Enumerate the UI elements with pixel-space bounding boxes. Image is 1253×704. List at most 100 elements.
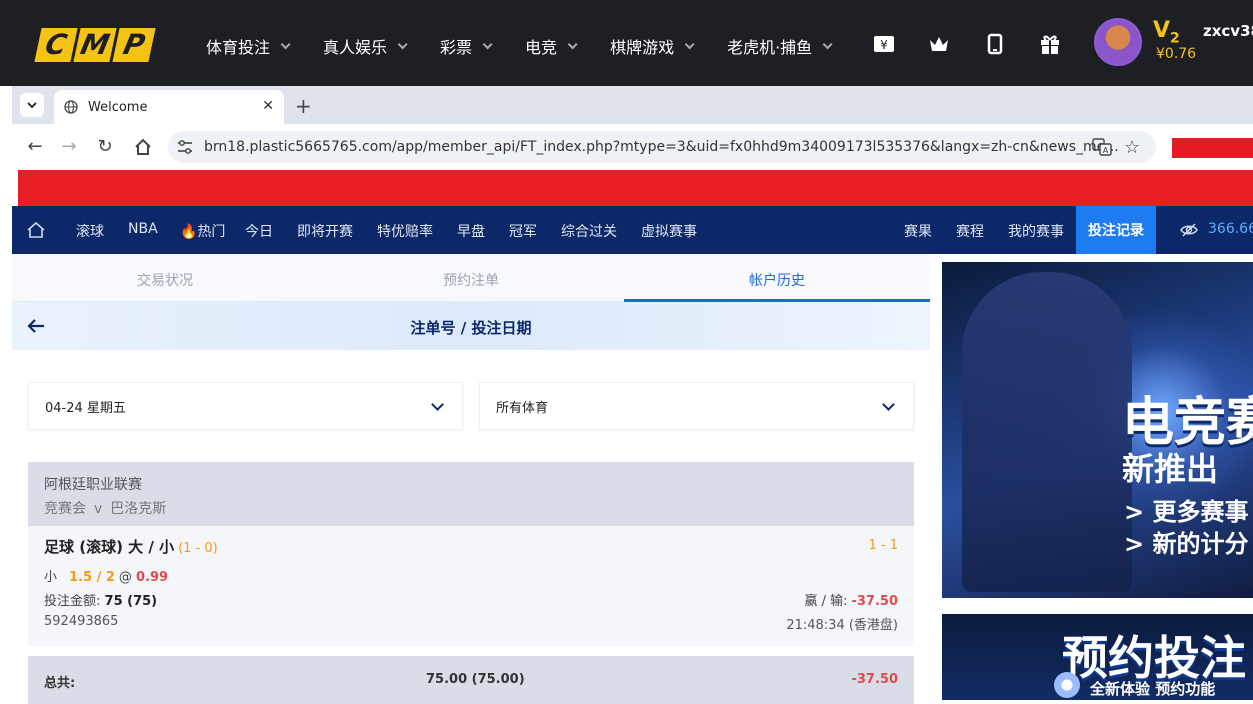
- logo-letter-c: C: [34, 28, 78, 62]
- browser-tab-welcome[interactable]: Welcome ✕: [54, 90, 284, 124]
- at-sign: @: [118, 570, 132, 585]
- header-balance: ¥0.76: [1156, 46, 1197, 62]
- stake-value: 75 (75): [104, 594, 158, 609]
- mobile-icon[interactable]: [984, 33, 1006, 55]
- bet-card: 阿根廷职业联赛 竞赛会 v 巴洛克斯 足球 (滚球) 大 / 小 (1 - 0) 1 …: [28, 462, 914, 704]
- nav-bet-record[interactable]: 投注记录: [1076, 206, 1156, 254]
- bet-id: 592493865: [44, 614, 119, 629]
- username[interactable]: zxcv38: [1203, 22, 1253, 40]
- flame-icon: 🔥: [180, 224, 198, 240]
- selection-line: 小 1.5 / 2 @ 0.99: [44, 566, 168, 585]
- top-nav: 体育投注 真人娱乐 彩票 电竞 棋牌游戏 老虎机·捕鱼: [206, 34, 865, 58]
- live-score: (1 - 0): [178, 541, 218, 556]
- ball-icon: [1054, 672, 1080, 698]
- nav-slots-fishing[interactable]: 老虎机·捕鱼: [727, 34, 833, 58]
- reload-icon[interactable]: ↻: [94, 136, 116, 158]
- tab-account-history[interactable]: 帐户历史: [624, 270, 930, 290]
- forward-icon[interactable]: →: [58, 136, 80, 158]
- nav-outright[interactable]: 冠军: [509, 221, 537, 241]
- away-team: 巴洛克斯: [110, 501, 167, 517]
- stake: 投注金额: 75 (75): [44, 594, 158, 609]
- odds: 0.99: [136, 570, 169, 585]
- red-banner: [18, 170, 1253, 206]
- chevron-down-icon: [482, 38, 493, 49]
- tab-strip: Welcome ✕ +: [12, 86, 1253, 124]
- esports-banner[interactable]: 电竞赛 新推出 > 更多赛事 > 新的计分: [942, 262, 1253, 598]
- schedule-bet-banner[interactable]: 预约投注 全新体验 预约功能: [942, 614, 1253, 700]
- nav-balance: 366.66: [1208, 221, 1253, 237]
- tab-search-button[interactable]: [20, 93, 44, 117]
- nav-esports[interactable]: 电竞: [525, 34, 578, 58]
- translate-icon[interactable]: A: [1092, 138, 1112, 156]
- side-banners: 电竞赛 新推出 > 更多赛事 > 新的计分 预约投注 全新体验 预约功能: [930, 254, 1253, 700]
- address-bar[interactable]: brn18.plastic5665765.com/app/member_api/…: [168, 131, 1156, 163]
- nav-results[interactable]: 赛果: [904, 221, 932, 241]
- character-art: [962, 272, 1132, 592]
- bet-time: 21:48:34 (香港盘): [786, 618, 898, 633]
- close-icon[interactable]: ✕: [262, 98, 274, 114]
- banner-line-2: > 新的计分: [1124, 530, 1249, 558]
- nav-hot[interactable]: 🔥热门: [180, 221, 225, 241]
- sport-select[interactable]: 所有体育: [479, 382, 914, 430]
- url-text: brn18.plastic5665765.com/app/member_api/…: [204, 139, 1119, 155]
- extension-bar[interactable]: [1172, 138, 1253, 158]
- chevron-down-icon: [27, 102, 37, 109]
- teams: 竞赛会 v 巴洛克斯: [44, 498, 898, 518]
- nav-sports-betting[interactable]: 体育投注: [206, 34, 291, 58]
- main-body: 04-24 星期五 所有体育 阿根廷职业联赛 竞赛会 v 巴洛克斯 足球 (滚球) …: [12, 350, 930, 704]
- home-icon[interactable]: [26, 220, 46, 240]
- browser-toolbar: ← → ↻ brn18.plastic5665765.com/app/membe…: [12, 124, 1253, 170]
- bet-type: 足球 (滚球) 大 / 小 (1 - 0): [44, 538, 218, 556]
- home-icon[interactable]: [132, 136, 154, 158]
- nav-parlay[interactable]: 综合过关: [561, 221, 617, 241]
- new-tab-button[interactable]: +: [295, 94, 312, 118]
- nav-in-play[interactable]: 滚球: [76, 221, 104, 241]
- crown-icon[interactable]: [928, 33, 950, 55]
- gift-icon[interactable]: [1039, 33, 1061, 55]
- date-select-value: 04-24 星期五: [45, 400, 126, 416]
- total-label: 总共:: [44, 676, 76, 691]
- nav-today[interactable]: 今日: [245, 221, 273, 241]
- svg-text:A: A: [1103, 146, 1109, 155]
- home-team: 竞赛会: [44, 501, 86, 517]
- chevron-down-icon: [280, 38, 291, 49]
- nav-best-odds[interactable]: 特优赔率: [377, 221, 433, 241]
- tab-transactions[interactable]: 交易状况: [12, 270, 318, 290]
- globe-icon: [64, 100, 78, 114]
- date-select[interactable]: 04-24 星期五: [28, 382, 463, 430]
- nav-starting-soon[interactable]: 即将开赛: [297, 221, 353, 241]
- total-row: 总共: 75.00 (75.00) -37.50: [28, 656, 914, 704]
- logo-letter-p: P: [112, 28, 156, 62]
- chevron-down-icon: [684, 38, 695, 49]
- vip-badge: V2: [1153, 18, 1180, 47]
- nav-live-casino[interactable]: 真人娱乐: [323, 34, 408, 58]
- selection: 小: [44, 570, 58, 585]
- browser-window: Welcome ✕ + ← → ↻ brn18.plastic5665765.c…: [12, 86, 1253, 704]
- site-settings-icon[interactable]: [176, 139, 194, 155]
- nav-lottery[interactable]: 彩票: [440, 34, 493, 58]
- title-bar: 注单号 / 投注日期: [12, 302, 930, 350]
- bookmark-star-icon[interactable]: ☆: [1124, 137, 1140, 158]
- final-score: 1 - 1: [868, 538, 899, 553]
- yuan-ticket-icon[interactable]: ¥: [873, 33, 895, 55]
- nav-my-events[interactable]: 我的赛事: [1008, 221, 1064, 241]
- tab-title: Welcome: [88, 99, 148, 115]
- nav-virtual[interactable]: 虚拟赛事: [641, 221, 697, 241]
- league-name: 阿根廷职业联赛: [44, 477, 142, 493]
- handicap: 1.5 / 2: [69, 570, 115, 585]
- nav-schedule[interactable]: 赛程: [956, 221, 984, 241]
- nav-early[interactable]: 早盘: [457, 221, 485, 241]
- win-loss-value: -37.50: [851, 594, 898, 609]
- tab-scheduled-bets[interactable]: 预约注单: [318, 270, 624, 290]
- chevron-down-icon: [822, 38, 833, 49]
- back-icon[interactable]: ←: [24, 136, 46, 158]
- banner-line-1: > 更多赛事: [1124, 498, 1249, 526]
- avatar[interactable]: [1094, 18, 1142, 66]
- eye-off-icon[interactable]: [1180, 222, 1198, 238]
- nav-nba[interactable]: NBA: [128, 221, 158, 237]
- svg-text:¥: ¥: [880, 38, 888, 52]
- cmp-logo[interactable]: C M P: [34, 28, 156, 62]
- page-title: 注单号 / 投注日期: [410, 319, 532, 337]
- nav-card-games[interactable]: 棋牌游戏: [610, 34, 695, 58]
- league-header: 阿根廷职业联赛 竞赛会 v 巴洛克斯: [28, 462, 914, 526]
